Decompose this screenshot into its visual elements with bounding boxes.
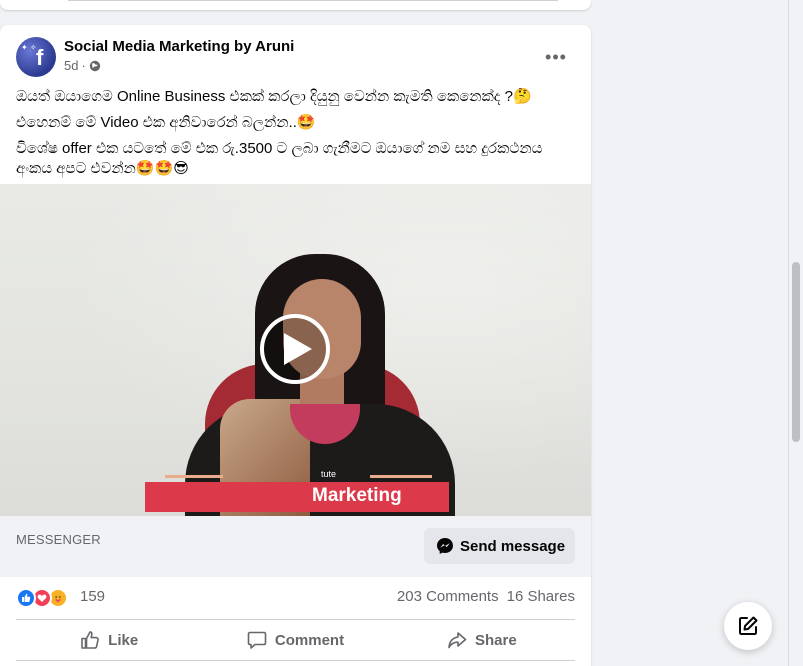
page-avatar[interactable]: ✦ ✧ f <box>16 37 56 77</box>
post-card: ✦ ✧ f Social Media Marketing by Aruni 5d… <box>0 25 591 666</box>
post-timestamp[interactable]: 5d <box>64 58 78 74</box>
actions-divider-top <box>16 619 575 620</box>
more-horizontal-icon: ••• <box>545 46 567 67</box>
video-title-banner <box>145 482 449 512</box>
previous-post-divider <box>68 0 558 1</box>
post-text-line-2-text: එහෙනම් මේ Video එක අනිවාරෙන් බලන්න.. <box>16 114 297 131</box>
page-name-link[interactable]: Social Media Marketing by Aruni <box>64 37 294 57</box>
messenger-icon <box>437 538 453 554</box>
post-text-line-3-text: විශේෂ offer එක යටතේ මේ එක රු.3500 ට ලබා … <box>16 140 543 177</box>
actions-divider-bottom <box>16 660 575 661</box>
shares-count-link[interactable]: 16 Shares <box>507 587 575 607</box>
thumbs-up-icon <box>81 631 100 649</box>
cta-label: MESSENGER <box>16 532 101 547</box>
like-reaction-icon <box>16 588 36 608</box>
more-options-button[interactable]: ••• <box>540 41 572 73</box>
banner-small-text: tute <box>321 469 337 479</box>
share-button[interactable]: Share <box>389 623 575 657</box>
avatar-sparkle-icon: ✦ ✧ <box>21 43 37 52</box>
share-arrow-icon <box>448 632 467 649</box>
banner-accent-left <box>165 475 223 478</box>
post-text-line-2: එහෙනම් මේ Video එක අනිවාරෙන් බලන්න..🤩 <box>16 113 576 133</box>
post-meta: 5d · <box>64 58 101 74</box>
scrollbar-thumb[interactable] <box>792 262 800 442</box>
play-button[interactable] <box>260 314 330 384</box>
thinking-emoji-icon: 🤔 <box>512 88 532 105</box>
reaction-icons[interactable] <box>16 588 68 608</box>
emoji-group-icon: 🤩🤩😎 <box>135 160 189 177</box>
engagement-counts: 203 Comments 16 Shares <box>397 587 575 607</box>
comments-count-link[interactable]: 203 Comments <box>397 587 499 607</box>
star-eyes-emoji-icon: 🤩 <box>296 114 316 131</box>
send-message-button[interactable]: Send message <box>424 528 575 564</box>
page-scrollbar[interactable] <box>788 0 803 666</box>
comment-label: Comment <box>274 631 345 649</box>
new-message-button[interactable] <box>724 602 772 650</box>
post-text-line-1: ඔයත් ඔයාගෙම Online Business එකක් කරලා දි… <box>16 87 576 107</box>
banner-accent-right <box>370 475 432 478</box>
compose-edit-icon <box>739 616 758 635</box>
post-text-line-3: විශේෂ offer එක යටතේ මේ එක රු.3500 ට ලබා … <box>16 139 576 179</box>
post-header: ✦ ✧ f Social Media Marketing by Aruni 5d… <box>16 37 576 77</box>
post-text: ඔයත් ඔයාගෙම Online Business එකක් කරලා දි… <box>16 87 576 179</box>
post-actions: Like Comment Share <box>16 623 575 657</box>
reaction-count[interactable]: 159 <box>80 587 105 607</box>
comment-button[interactable]: Comment <box>202 623 388 657</box>
like-button[interactable]: Like <box>16 623 202 657</box>
play-icon <box>284 333 312 365</box>
post-text-line-1-text: ඔයත් ඔයාගෙම Online Business එකක් කරලා දි… <box>16 88 513 105</box>
meta-separator: · <box>81 58 86 73</box>
post-stats: 159 203 Comments 16 Shares <box>16 585 575 613</box>
avatar-logo-icon: f <box>36 45 44 70</box>
video-title-text: Marketing <box>312 485 402 506</box>
previous-post-card <box>0 0 591 10</box>
messenger-cta-bar: MESSENGER Send message <box>0 516 591 577</box>
share-label: Share <box>474 631 517 649</box>
comment-icon <box>247 631 267 649</box>
like-label: Like <box>108 631 139 649</box>
video-player[interactable]: tute Marketing <box>0 184 591 516</box>
globe-icon <box>89 60 101 72</box>
send-message-label: Send message <box>460 537 566 555</box>
